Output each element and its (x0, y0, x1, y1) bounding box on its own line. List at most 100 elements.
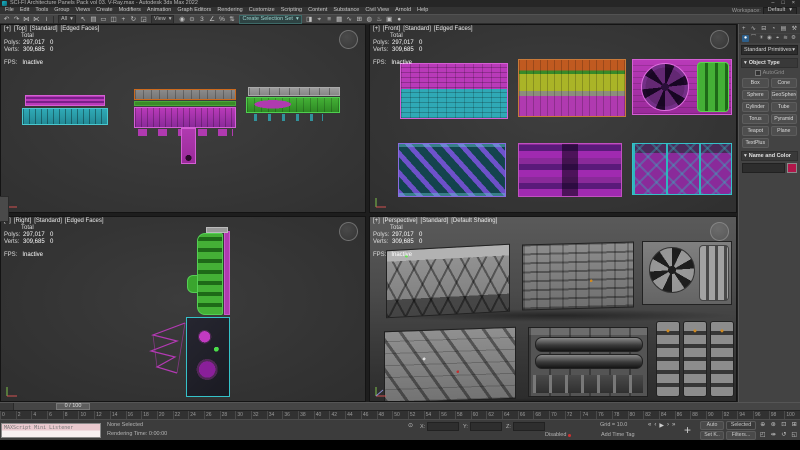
select-and-scale-icon[interactable]: ◲ (139, 15, 148, 24)
go-to-start-icon[interactable]: « (648, 422, 651, 429)
menu-item[interactable]: Help (414, 7, 431, 14)
next-frame-icon[interactable]: › (667, 422, 669, 429)
undo-icon[interactable]: ↶ (2, 15, 11, 24)
object-type-button[interactable]: Box (742, 78, 769, 88)
viewport-front[interactable]: [+] [Front] [Standard] [Edged Faces] Tot… (369, 24, 737, 213)
viewport-shading-menu[interactable]: [Edged Faces] (434, 26, 473, 32)
object-type-button[interactable]: Pyramid (771, 114, 798, 124)
curve-editor-icon[interactable]: ∿ (345, 15, 354, 24)
menu-item[interactable]: Scripting (278, 7, 305, 14)
viewcube[interactable] (339, 30, 358, 49)
zoom-all-icon[interactable]: ⊛ (769, 421, 779, 430)
caged-cylinder-object[interactable] (683, 321, 707, 397)
pipes-object[interactable] (699, 245, 729, 301)
menu-item[interactable]: Tools (32, 7, 51, 14)
maxscript-mini-listener[interactable]: MAXScript Mini Listener (1, 423, 101, 438)
viewcube[interactable] (710, 222, 729, 241)
viewport-right[interactable]: [+] [Right] [Standard] [Edged Faces] Tot… (0, 216, 366, 402)
display-tab[interactable]: ▤ (781, 25, 787, 32)
menu-item[interactable]: Arnold (392, 7, 414, 14)
object-name-field[interactable] (742, 163, 785, 173)
cylinder-object[interactable] (535, 354, 643, 369)
viewport-shading-menu[interactable]: [Default Shading] (451, 218, 497, 224)
utilities-tab[interactable]: ⚒ (792, 25, 797, 32)
viewport-perspective[interactable]: [+] [Perspective] [Standard] [Default Sh… (369, 216, 737, 402)
object-type-button[interactable]: GeoSphere (771, 90, 798, 100)
redo-icon[interactable]: ↷ (12, 15, 21, 24)
maximize-viewport-toggle-icon[interactable]: ◱ (790, 431, 800, 440)
play-icon[interactable]: ▶ (659, 422, 664, 429)
align-icon[interactable]: ⌖ (315, 15, 324, 24)
bind-to-space-warp-icon[interactable]: ≀ (42, 15, 51, 24)
pipes-object[interactable] (187, 275, 198, 293)
object-type-button[interactable]: Tube (771, 102, 798, 112)
zoom-region-icon[interactable]: ◰ (758, 431, 768, 440)
add-time-tag-button[interactable]: Add Time Tag (601, 432, 635, 438)
render-setup-icon[interactable]: ♨ (375, 15, 384, 24)
select-and-manipulate-icon[interactable]: ⊙ (187, 15, 196, 24)
motion-tab[interactable]: ◔ (772, 26, 776, 32)
pan-icon[interactable]: ⇹ (769, 431, 779, 440)
panel-object[interactable] (134, 107, 236, 128)
panel-object[interactable] (246, 97, 340, 113)
menu-item[interactable]: Create (93, 7, 116, 14)
window-crossing-icon[interactable]: ◫ (109, 15, 118, 24)
angle-snap-icon[interactable]: ∠ (207, 15, 216, 24)
cylinder-object[interactable] (535, 337, 643, 352)
systems-category[interactable]: ⚙ (790, 35, 797, 42)
menu-item[interactable]: Customize (246, 7, 278, 14)
set-key-button[interactable]: Set K.. (700, 431, 724, 440)
panel-object[interactable] (632, 143, 732, 195)
geometry-category[interactable]: ● (742, 35, 749, 42)
viewport-plus-menu[interactable]: [+] (373, 218, 380, 224)
menu-item[interactable]: Group (51, 7, 72, 14)
previous-frame-icon[interactable]: ‹ (654, 422, 656, 429)
panel-object[interactable] (642, 241, 732, 305)
object-type-button[interactable]: Cylinder (742, 102, 769, 112)
percent-snap-icon[interactable]: % (217, 15, 226, 24)
panel-object[interactable] (522, 242, 634, 311)
viewport-name-menu[interactable]: [Right] (14, 218, 31, 224)
fan-object[interactable] (649, 247, 695, 293)
set-keys-button[interactable]: + (684, 422, 691, 438)
wireframe-object[interactable] (147, 319, 189, 381)
object-type-button[interactable]: Teapot (742, 126, 769, 136)
menu-item[interactable]: Rendering (214, 7, 245, 14)
caged-cylinder-object[interactable] (710, 321, 734, 397)
object-color-swatch[interactable] (787, 163, 797, 173)
unlink-selection-icon[interactable]: ⋉ (32, 15, 41, 24)
spinner-snap-icon[interactable]: ⇅ (227, 15, 236, 24)
modify-tab[interactable]: ∿ (751, 25, 756, 32)
menu-item[interactable]: Substance (330, 7, 362, 14)
viewport-plus-menu[interactable]: [+] (373, 26, 380, 32)
viewcube[interactable] (339, 222, 358, 241)
panel-object[interactable] (528, 327, 648, 397)
select-and-link-icon[interactable]: ⋈ (22, 15, 31, 24)
hierarchy-tab[interactable]: ⊟ (761, 25, 766, 32)
track-bar-options-button[interactable] (0, 403, 14, 410)
panel-object[interactable] (134, 101, 236, 106)
primitives-dropdown[interactable]: Standard Primitives ▾ (741, 45, 798, 55)
shapes-category[interactable]: ⌒ (750, 35, 757, 42)
select-and-move-icon[interactable]: + (119, 15, 128, 24)
object-type-button[interactable]: Sphere (742, 90, 769, 100)
panel-object[interactable] (400, 63, 508, 119)
zoom-extents-all-icon[interactable]: ⊞ (790, 421, 800, 430)
layer-manager-icon[interactable]: ≡ (325, 15, 334, 24)
panel-object[interactable] (384, 327, 516, 402)
go-to-end-icon[interactable]: » (672, 422, 675, 429)
selection-filter-dropdown[interactable]: All ▾ (58, 15, 76, 24)
space-warps-category[interactable]: ≋ (782, 35, 789, 42)
menu-item[interactable]: Edit (17, 7, 32, 14)
use-pivot-point-icon[interactable]: ◉ (177, 15, 186, 24)
panel-object[interactable] (25, 95, 105, 106)
zoom-icon[interactable]: ⊕ (758, 421, 768, 430)
viewport-top[interactable]: [+] [Top] [Standard] [Edged Faces] Total… (0, 24, 366, 213)
menu-item[interactable]: Animation (144, 7, 174, 14)
object-type-button[interactable]: TextPlus (742, 138, 769, 148)
mirror-icon[interactable]: ◨ (305, 15, 314, 24)
autogrid-checkbox[interactable]: AutoGrid (739, 69, 800, 76)
name-and-color-rollout[interactable]: ▾ Name and Color (741, 151, 798, 161)
panel-object[interactable] (206, 227, 228, 233)
menu-item[interactable]: Modifiers (116, 7, 144, 14)
